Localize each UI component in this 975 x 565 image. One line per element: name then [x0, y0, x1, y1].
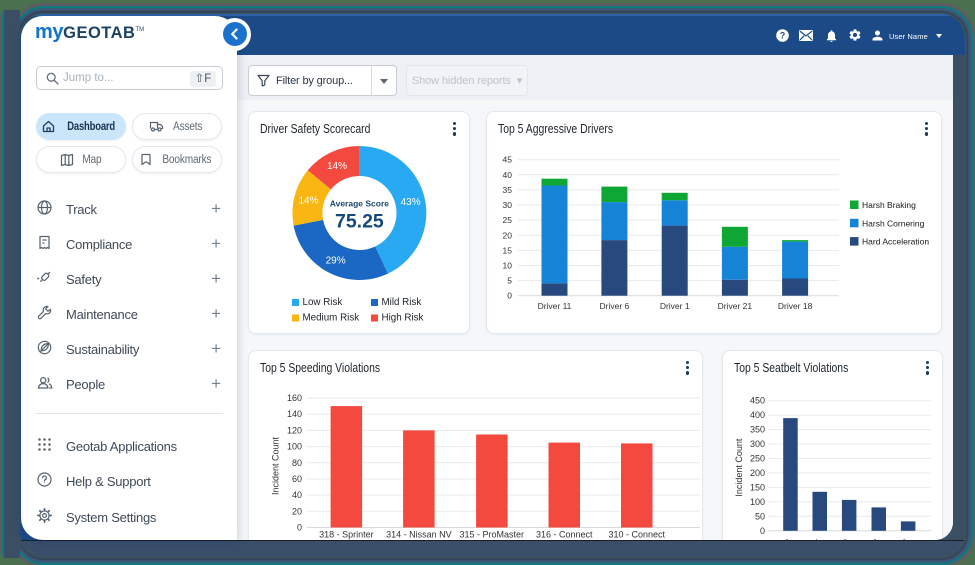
- svg-text:315 - ProMaster: 315 - ProMaster: [460, 530, 525, 540]
- svg-text:Hard Acceleration: Hard Acceleration: [862, 237, 929, 247]
- svg-text:29%: 29%: [326, 255, 346, 266]
- svg-text:14%: 14%: [327, 161, 347, 172]
- svg-text:0: 0: [297, 523, 302, 533]
- svg-text:0: 0: [760, 526, 765, 536]
- svg-text:310 - Connect: 310 - Connect: [609, 530, 666, 540]
- svg-text:Driver 18: Driver 18: [778, 301, 813, 311]
- svg-text:30: 30: [503, 200, 513, 210]
- svg-text:20: 20: [292, 506, 302, 516]
- svg-text:Incident Count: Incident Count: [271, 436, 281, 495]
- svg-text:140: 140: [287, 409, 302, 419]
- svg-text:316 - Connect: 316 - Connect: [536, 530, 593, 540]
- svg-text:10: 10: [503, 261, 513, 271]
- svg-text:300: 300: [750, 439, 765, 449]
- svg-text:High Risk: High Risk: [382, 313, 424, 324]
- svg-text:60: 60: [292, 474, 302, 484]
- svg-text:120: 120: [287, 425, 302, 435]
- svg-text:Driver 1: Driver 1: [660, 301, 690, 311]
- svg-text:100: 100: [750, 497, 765, 507]
- svg-text:150: 150: [750, 482, 765, 492]
- svg-text:250: 250: [750, 454, 765, 464]
- svg-text:0: 0: [507, 291, 512, 301]
- svg-text:Medium Risk: Medium Risk: [303, 313, 360, 324]
- svg-text:160: 160: [287, 393, 302, 403]
- svg-text:100: 100: [287, 442, 302, 452]
- svg-text:Incident Count: Incident Count: [734, 438, 744, 497]
- svg-text:20: 20: [503, 230, 513, 240]
- svg-text:80: 80: [292, 458, 302, 468]
- svg-text:Driver 6: Driver 6: [600, 301, 630, 311]
- svg-text:Harsh Braking: Harsh Braking: [862, 200, 916, 210]
- svg-text:Average Score: Average Score: [330, 199, 389, 209]
- svg-text:43%: 43%: [401, 197, 421, 208]
- svg-text:350: 350: [750, 425, 765, 435]
- svg-text:Driver 21: Driver 21: [718, 301, 753, 311]
- svg-text:25: 25: [503, 215, 513, 225]
- svg-text:45: 45: [503, 155, 513, 165]
- svg-text:14%: 14%: [298, 196, 318, 207]
- svg-text:200: 200: [750, 468, 765, 478]
- svg-text:301 - Transit: 301 - Transit: [754, 537, 792, 540]
- svg-text:Harsh Cornering: Harsh Cornering: [862, 218, 925, 228]
- svg-text:450: 450: [750, 396, 765, 406]
- svg-text:15: 15: [503, 245, 513, 255]
- svg-text:Low Risk: Low Risk: [303, 297, 343, 308]
- svg-text:35: 35: [503, 185, 513, 195]
- svg-text:Mild Risk: Mild Risk: [382, 297, 422, 308]
- svg-text:?: ?: [779, 30, 785, 40]
- svg-text:5: 5: [507, 276, 512, 286]
- svg-text:311 - Transit: 311 - Transit: [872, 537, 910, 540]
- svg-text:318 - Sprinter: 318 - Sprinter: [319, 530, 374, 540]
- svg-text:Driver 11: Driver 11: [538, 301, 572, 311]
- svg-text:50: 50: [755, 511, 765, 521]
- svg-text:307 - Transit: 307 - Transit: [813, 537, 851, 540]
- svg-text:40: 40: [292, 490, 302, 500]
- svg-text:75.25: 75.25: [335, 211, 384, 233]
- svg-text:314 - Nissan NV: 314 - Nissan NV: [386, 530, 452, 540]
- svg-text:400: 400: [750, 410, 765, 420]
- svg-text:40: 40: [503, 170, 513, 180]
